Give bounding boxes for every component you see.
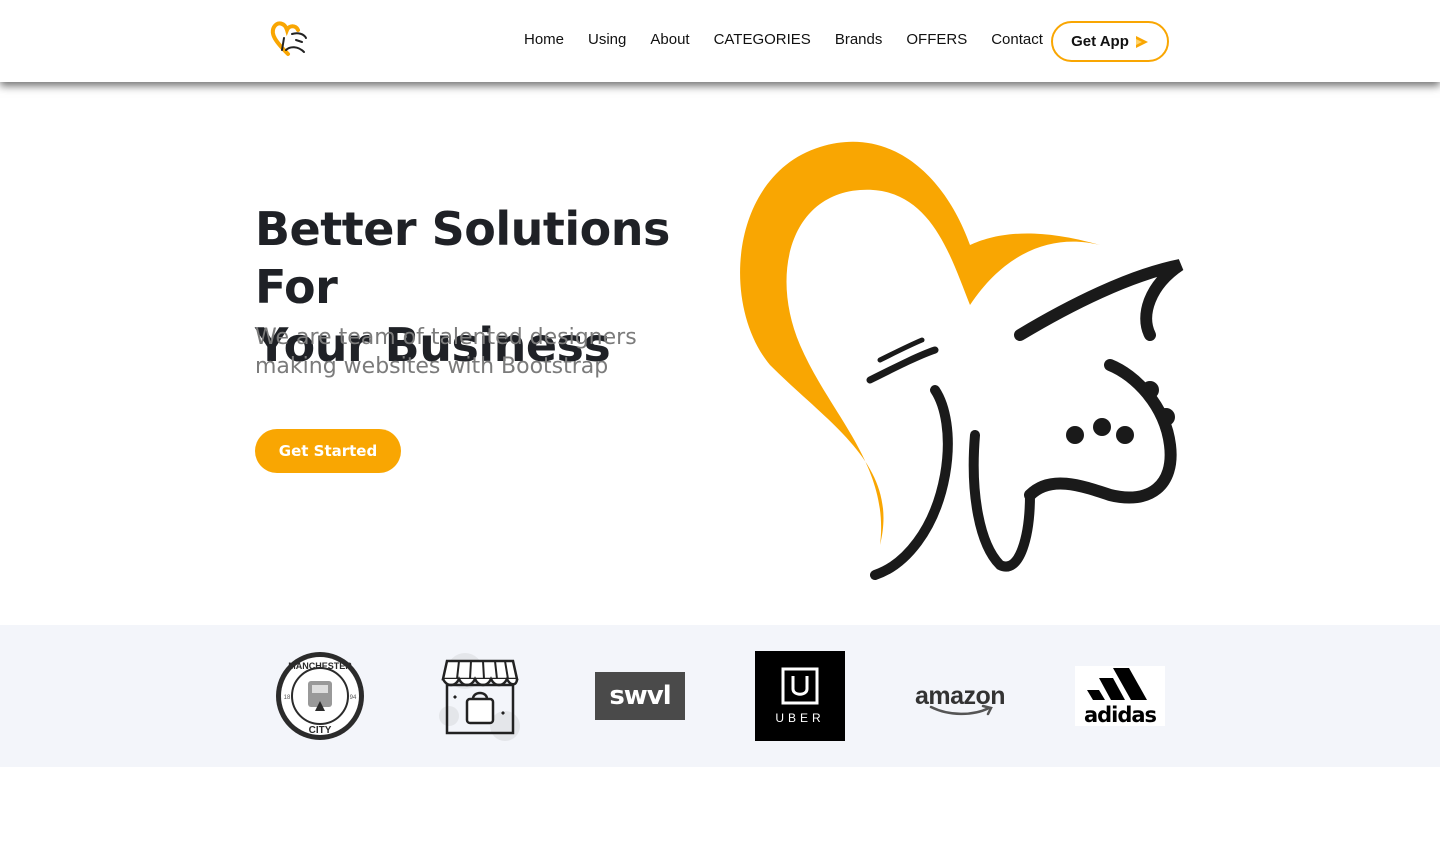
brand-swvl[interactable]: swvl (595, 651, 685, 741)
nav-home[interactable]: Home (524, 30, 564, 50)
brand-uber[interactable]: UBER (755, 651, 845, 741)
get-app-button[interactable]: Get App (1051, 21, 1169, 62)
brand-amazon[interactable]: amazon (915, 651, 1006, 741)
adidas-stripes-icon (1087, 668, 1147, 700)
adidas-logo: adidas (1075, 666, 1165, 726)
amazon-smile-icon (929, 704, 993, 715)
storefront-icon (439, 653, 520, 741)
brand-adidas[interactable]: adidas (1075, 651, 1165, 741)
uber-text: UBER (775, 711, 825, 725)
uber-logo: UBER (755, 651, 845, 741)
get-app-label: Get App (1071, 33, 1129, 50)
amazon-logo: amazon (915, 682, 1006, 715)
uber-u-icon (781, 667, 819, 705)
heart-calligraphy-illustration (740, 141, 1184, 580)
mancity-right-number: 94 (350, 695, 357, 701)
play-icon (1135, 35, 1148, 48)
nav-about[interactable]: About (650, 30, 689, 50)
nav-using[interactable]: Using (588, 30, 626, 50)
nav-offers[interactable]: OFFERS (906, 30, 967, 50)
site-header: Home Using About CATEGORIES Brands OFFER… (0, 0, 1440, 82)
adidas-text: adidas (1083, 703, 1157, 727)
swvl-logo: swvl (595, 672, 685, 720)
manchester-city-crest-icon: MANCHESTER CITY 18 94 (276, 652, 364, 740)
get-started-button[interactable]: Get Started (255, 429, 401, 473)
main-nav: Home Using About CATEGORIES Brands OFFER… (512, 30, 1055, 50)
brand-store[interactable] (435, 651, 525, 741)
mancity-top-text: MANCHESTER (288, 661, 352, 671)
mancity-left-number: 18 (284, 695, 291, 701)
brand-logo[interactable] (268, 20, 310, 62)
nav-categories[interactable]: CATEGORIES (714, 30, 811, 50)
nav-brands[interactable]: Brands (835, 30, 883, 50)
mancity-bottom-text: CITY (309, 725, 332, 736)
hero-title-line-1: Better Solutions For (255, 202, 670, 314)
brand-manchester-city[interactable]: MANCHESTER CITY 18 94 (275, 651, 365, 741)
hero-subtitle: We are team of talented designers making… (255, 325, 637, 379)
nav-contact[interactable]: Contact (991, 30, 1043, 50)
brands-strip: MANCHESTER CITY 18 94 swvl UBER amazon a… (0, 625, 1440, 767)
